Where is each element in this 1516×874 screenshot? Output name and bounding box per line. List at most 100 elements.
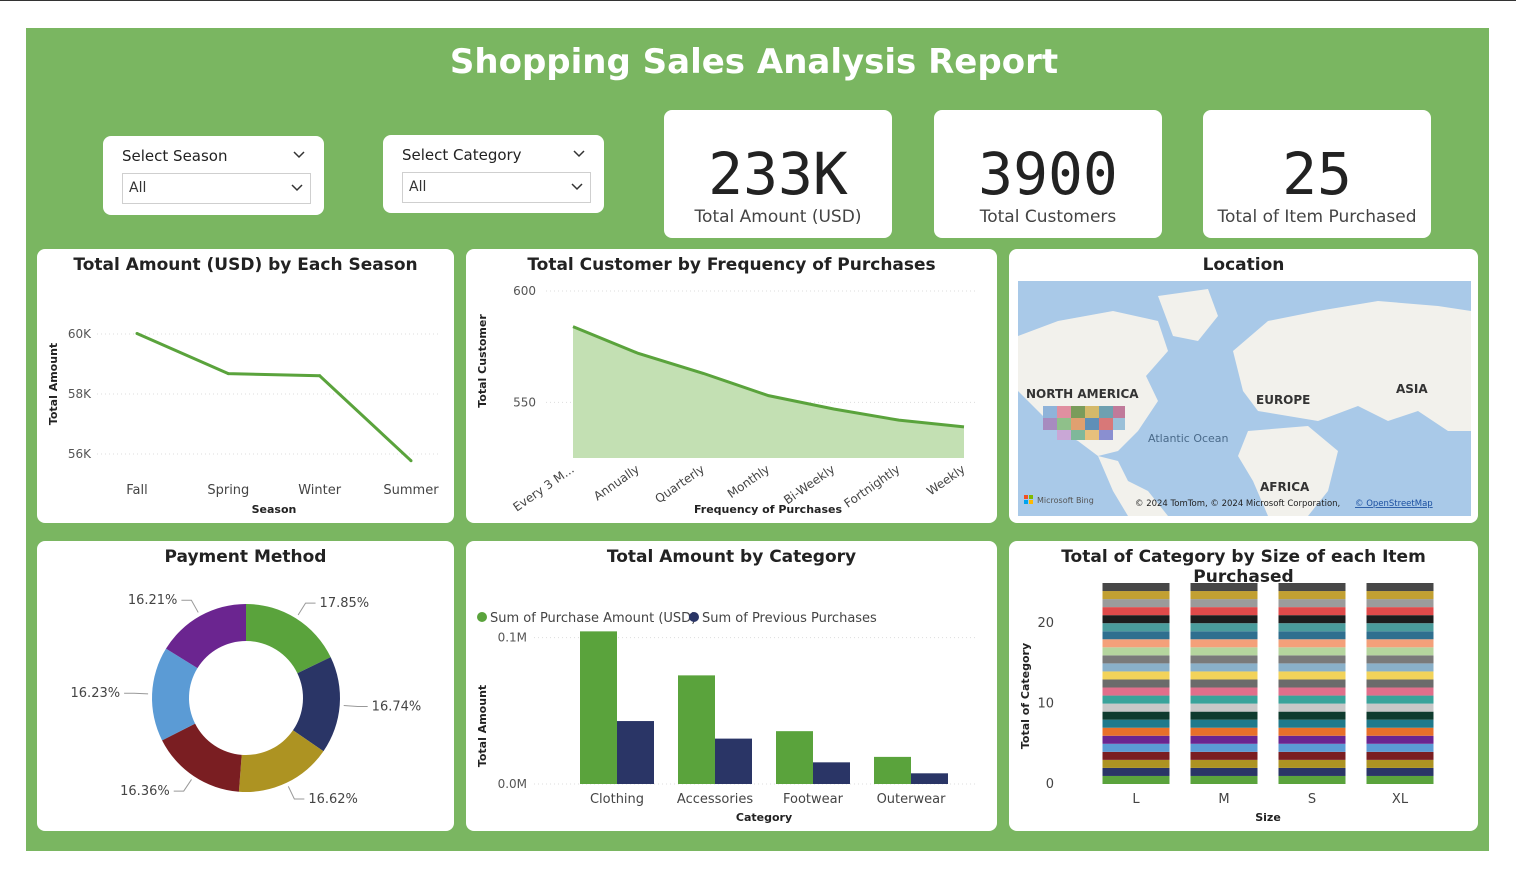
x-tick-label: Quarterly: [652, 462, 707, 506]
stack-segment: [1366, 623, 1434, 632]
payment-method-donut: 17.85% 16.74% 16.62% 16.36% 16.23% 16.21%: [71, 593, 422, 807]
slice-label: 16.74%: [372, 700, 422, 715]
slice-label: 16.36%: [120, 784, 170, 799]
season-dropdown[interactable]: All: [122, 173, 311, 204]
stack-segment: [1278, 607, 1346, 616]
stack-segment: [1366, 591, 1434, 600]
stack-segment: [1278, 647, 1346, 656]
y-tick-label: 58K: [68, 387, 92, 401]
stack-segment: [1102, 623, 1170, 632]
stack-segment: [1190, 719, 1258, 728]
legend-marker: [689, 612, 699, 622]
stack-segment: [1278, 735, 1346, 744]
stack-segment: [1366, 695, 1434, 704]
stack-segment: [1366, 599, 1434, 608]
kpi-label: Total Customers: [979, 207, 1117, 227]
stack-segment: [1190, 711, 1258, 720]
stack-segment: [1102, 679, 1170, 688]
stack-segment: [1102, 703, 1170, 712]
payment-method-panel: Payment Method 17.85% 16.74% 16.62% 16.36% 1…: [37, 541, 454, 831]
category-bar-chart-panel: Total Amount by Category Sum of Purchase…: [466, 541, 997, 831]
x-tick-label: M: [1218, 792, 1229, 807]
stack-segment: [1190, 775, 1258, 784]
y-axis-title: Total Customer: [476, 314, 489, 408]
y-tick-label: 0: [1046, 777, 1054, 792]
x-tick-label: Summer: [383, 483, 439, 498]
map-label: NORTH AMERICA: [1026, 387, 1139, 401]
x-tick-label: Clothing: [590, 792, 644, 807]
stack-segment: [1366, 647, 1434, 656]
x-tick-label: Accessories: [677, 792, 753, 807]
x-tick-label: Winter: [298, 483, 342, 498]
y-tick-label: 10: [1037, 697, 1054, 712]
stack-segment: [1278, 639, 1346, 648]
stack-segment: [1102, 639, 1170, 648]
stack-segment: [1278, 711, 1346, 720]
stack-segment: [1190, 679, 1258, 688]
stack-segment: [1278, 695, 1346, 704]
x-axis-title: Frequency of Purchases: [694, 503, 842, 516]
legend-label: Sum of Purchase Amount (USD): [490, 611, 696, 626]
data-point: [318, 374, 322, 378]
openstreetmap-link[interactable]: © OpenStreetMap: [1355, 499, 1433, 509]
x-axis-title: Category: [736, 811, 792, 824]
stack-segment: [1366, 735, 1434, 744]
stack-segment: [1102, 775, 1170, 784]
kpi-total-items: 25 Total of Item Purchased: [1203, 110, 1431, 238]
kpi-value: 25: [1282, 140, 1352, 208]
stack-segment: [1190, 663, 1258, 672]
stack-segment: [1366, 687, 1434, 696]
frequency-area-chart: 550 600 Every 3 M... Annually Quarterly Month…: [476, 284, 978, 516]
category-bar-chart: Sum of Purchase Amount (USD) Sum of Previ…: [476, 611, 978, 824]
season-slicer[interactable]: Select Season All: [103, 136, 324, 215]
category-slicer[interactable]: Select Category All: [383, 135, 604, 213]
stack-segment: [1102, 759, 1170, 768]
x-tick-label: Fall: [126, 483, 147, 498]
stack-segment: [1190, 703, 1258, 712]
stack-segment: [1190, 631, 1258, 640]
dropdown-value: All: [409, 179, 427, 195]
slice-label: 17.85%: [320, 596, 370, 611]
y-tick-label: 56K: [68, 447, 92, 461]
y-tick-label: 550: [513, 395, 536, 409]
donut-slice: [246, 604, 331, 674]
stack-segment: [1102, 727, 1170, 736]
stack-segment: [1366, 607, 1434, 616]
y-axis-title: Total Amount: [47, 343, 60, 425]
category-dropdown[interactable]: All: [402, 172, 591, 203]
chevron-down-icon[interactable]: [290, 181, 304, 195]
leader-line: [343, 704, 368, 708]
x-tick-label: Annually: [591, 462, 642, 503]
leader-line: [181, 599, 199, 613]
stack-segment: [1190, 735, 1258, 744]
x-tick-label: Monthly: [725, 462, 772, 501]
dashboard-canvas: Shopping Sales Analysis Report Select Se…: [26, 28, 1489, 851]
size-stacked-chart: 0 10 20 L M S XL Size Total of Category: [1019, 583, 1434, 824]
chevron-down-icon[interactable]: [292, 148, 306, 162]
kpi-total-amount: 233K Total Amount (USD): [664, 110, 892, 238]
stack-segment: [1366, 583, 1434, 592]
stack-segment: [1278, 703, 1346, 712]
x-tick-label: Weekly: [924, 462, 968, 498]
location-map[interactable]: NORTH AMERICA EUROPE ASIA Atlantic Ocean…: [1018, 281, 1471, 516]
bar: [874, 756, 911, 784]
x-tick-label: S: [1308, 792, 1316, 807]
stack-segment: [1102, 735, 1170, 744]
stack-segment: [1278, 679, 1346, 688]
stack-segment: [1278, 687, 1346, 696]
map-label: EUROPE: [1256, 393, 1310, 407]
stack-segment: [1278, 719, 1346, 728]
stack-segment: [1278, 743, 1346, 752]
season-line-chart: 56K 58K 60K Fall Spring Winter Summer Season Tot…: [47, 327, 441, 516]
stack-segment: [1102, 671, 1170, 680]
chevron-down-icon[interactable]: [572, 147, 586, 161]
season-line: [136, 332, 413, 462]
stack-segment: [1102, 583, 1170, 592]
x-tick-label: Outerwear: [877, 792, 947, 807]
stack-segment: [1102, 695, 1170, 704]
stack-segment: [1102, 607, 1170, 616]
stack-segment: [1366, 719, 1434, 728]
stack-segment: [1102, 631, 1170, 640]
chevron-down-icon[interactable]: [570, 180, 584, 194]
data-point: [409, 459, 413, 463]
